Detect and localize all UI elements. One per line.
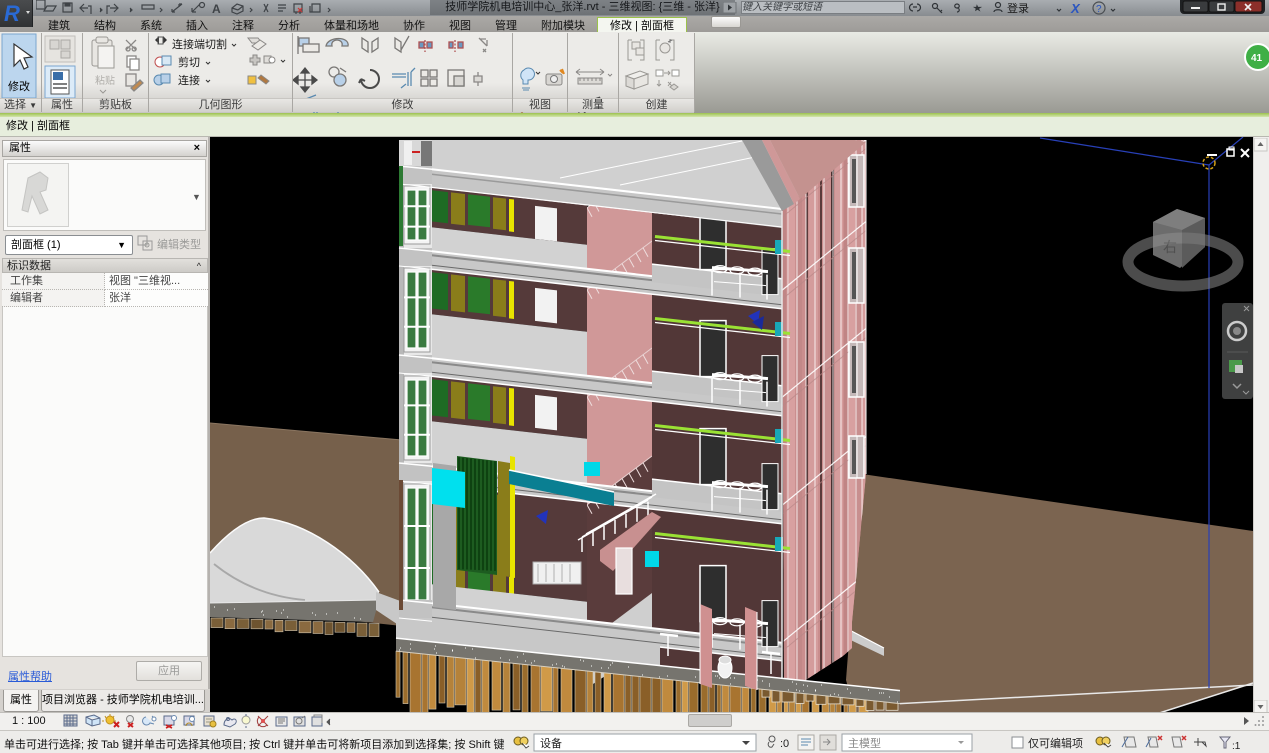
svg-text:连接: 连接 [178,74,200,87]
svg-text:设备: 设备 [540,736,562,750]
svg-text:剪切: 剪切 [178,55,200,69]
svg-text:仅可编辑项: 仅可编辑项 [1028,736,1083,750]
svg-text:登录: 登录 [1007,1,1029,15]
svg-text:?: ? [1096,4,1102,15]
svg-text:修改: 修改 [8,79,30,93]
svg-text:主模型: 主模型 [848,736,881,750]
svg-text:41: 41 [1251,53,1263,64]
svg-text:粘贴: 粘贴 [95,74,115,87]
svg-text:连接端切割: 连接端切割 [172,37,227,51]
svg-text::1: :1 [1232,741,1241,752]
svg-text:右: 右 [1163,239,1177,255]
svg-text:X: X [1070,1,1081,16]
svg-text::0: :0 [780,738,789,750]
svg-text:R: R [4,1,20,26]
svg-text:A: A [212,2,221,16]
